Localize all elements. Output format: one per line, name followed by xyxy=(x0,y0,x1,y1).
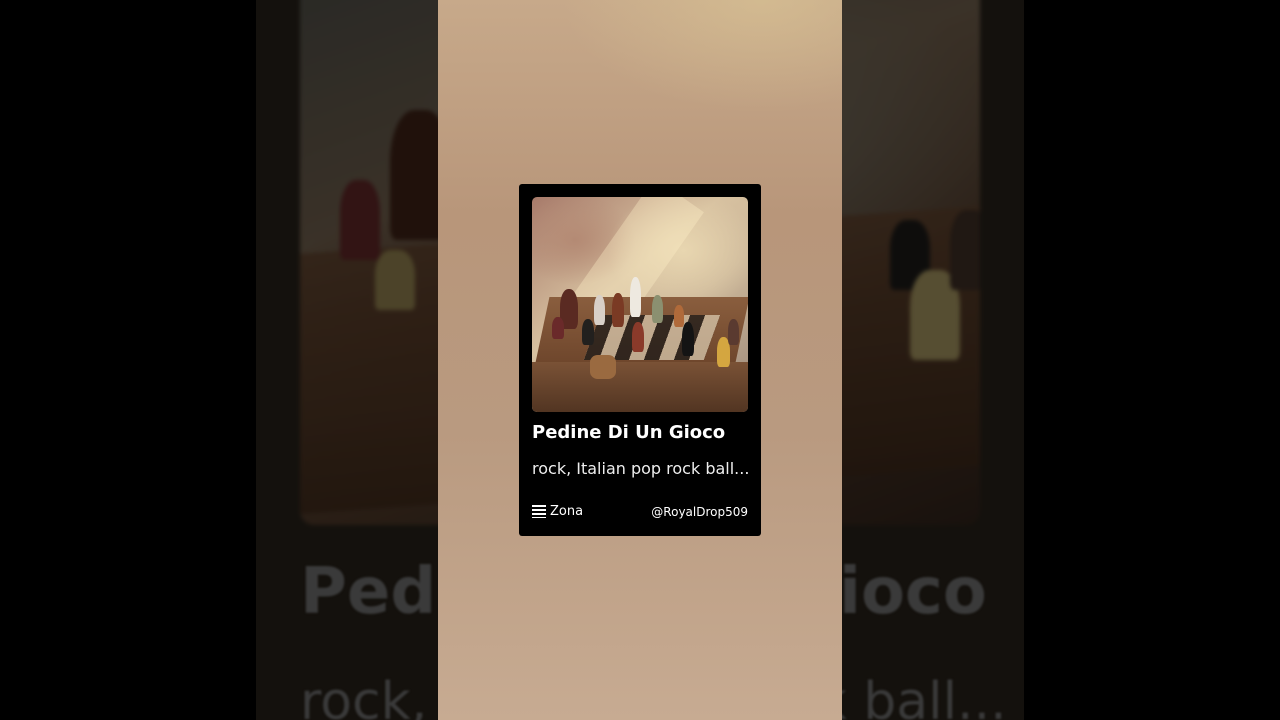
brand-label: Zona xyxy=(532,504,583,519)
song-title: Pedine Di Un Gioco xyxy=(532,422,726,443)
chess-artwork-icon xyxy=(532,197,748,412)
brand-name: Zona xyxy=(550,504,584,519)
creator-handle[interactable]: @RoyalDrop509 xyxy=(651,505,748,519)
song-genres: rock, Italian pop rock ball... xyxy=(532,459,750,478)
song-card[interactable]: Pedine Di Un Gioco rock, Italian pop roc… xyxy=(519,184,761,536)
brand-logo-icon xyxy=(532,505,546,518)
